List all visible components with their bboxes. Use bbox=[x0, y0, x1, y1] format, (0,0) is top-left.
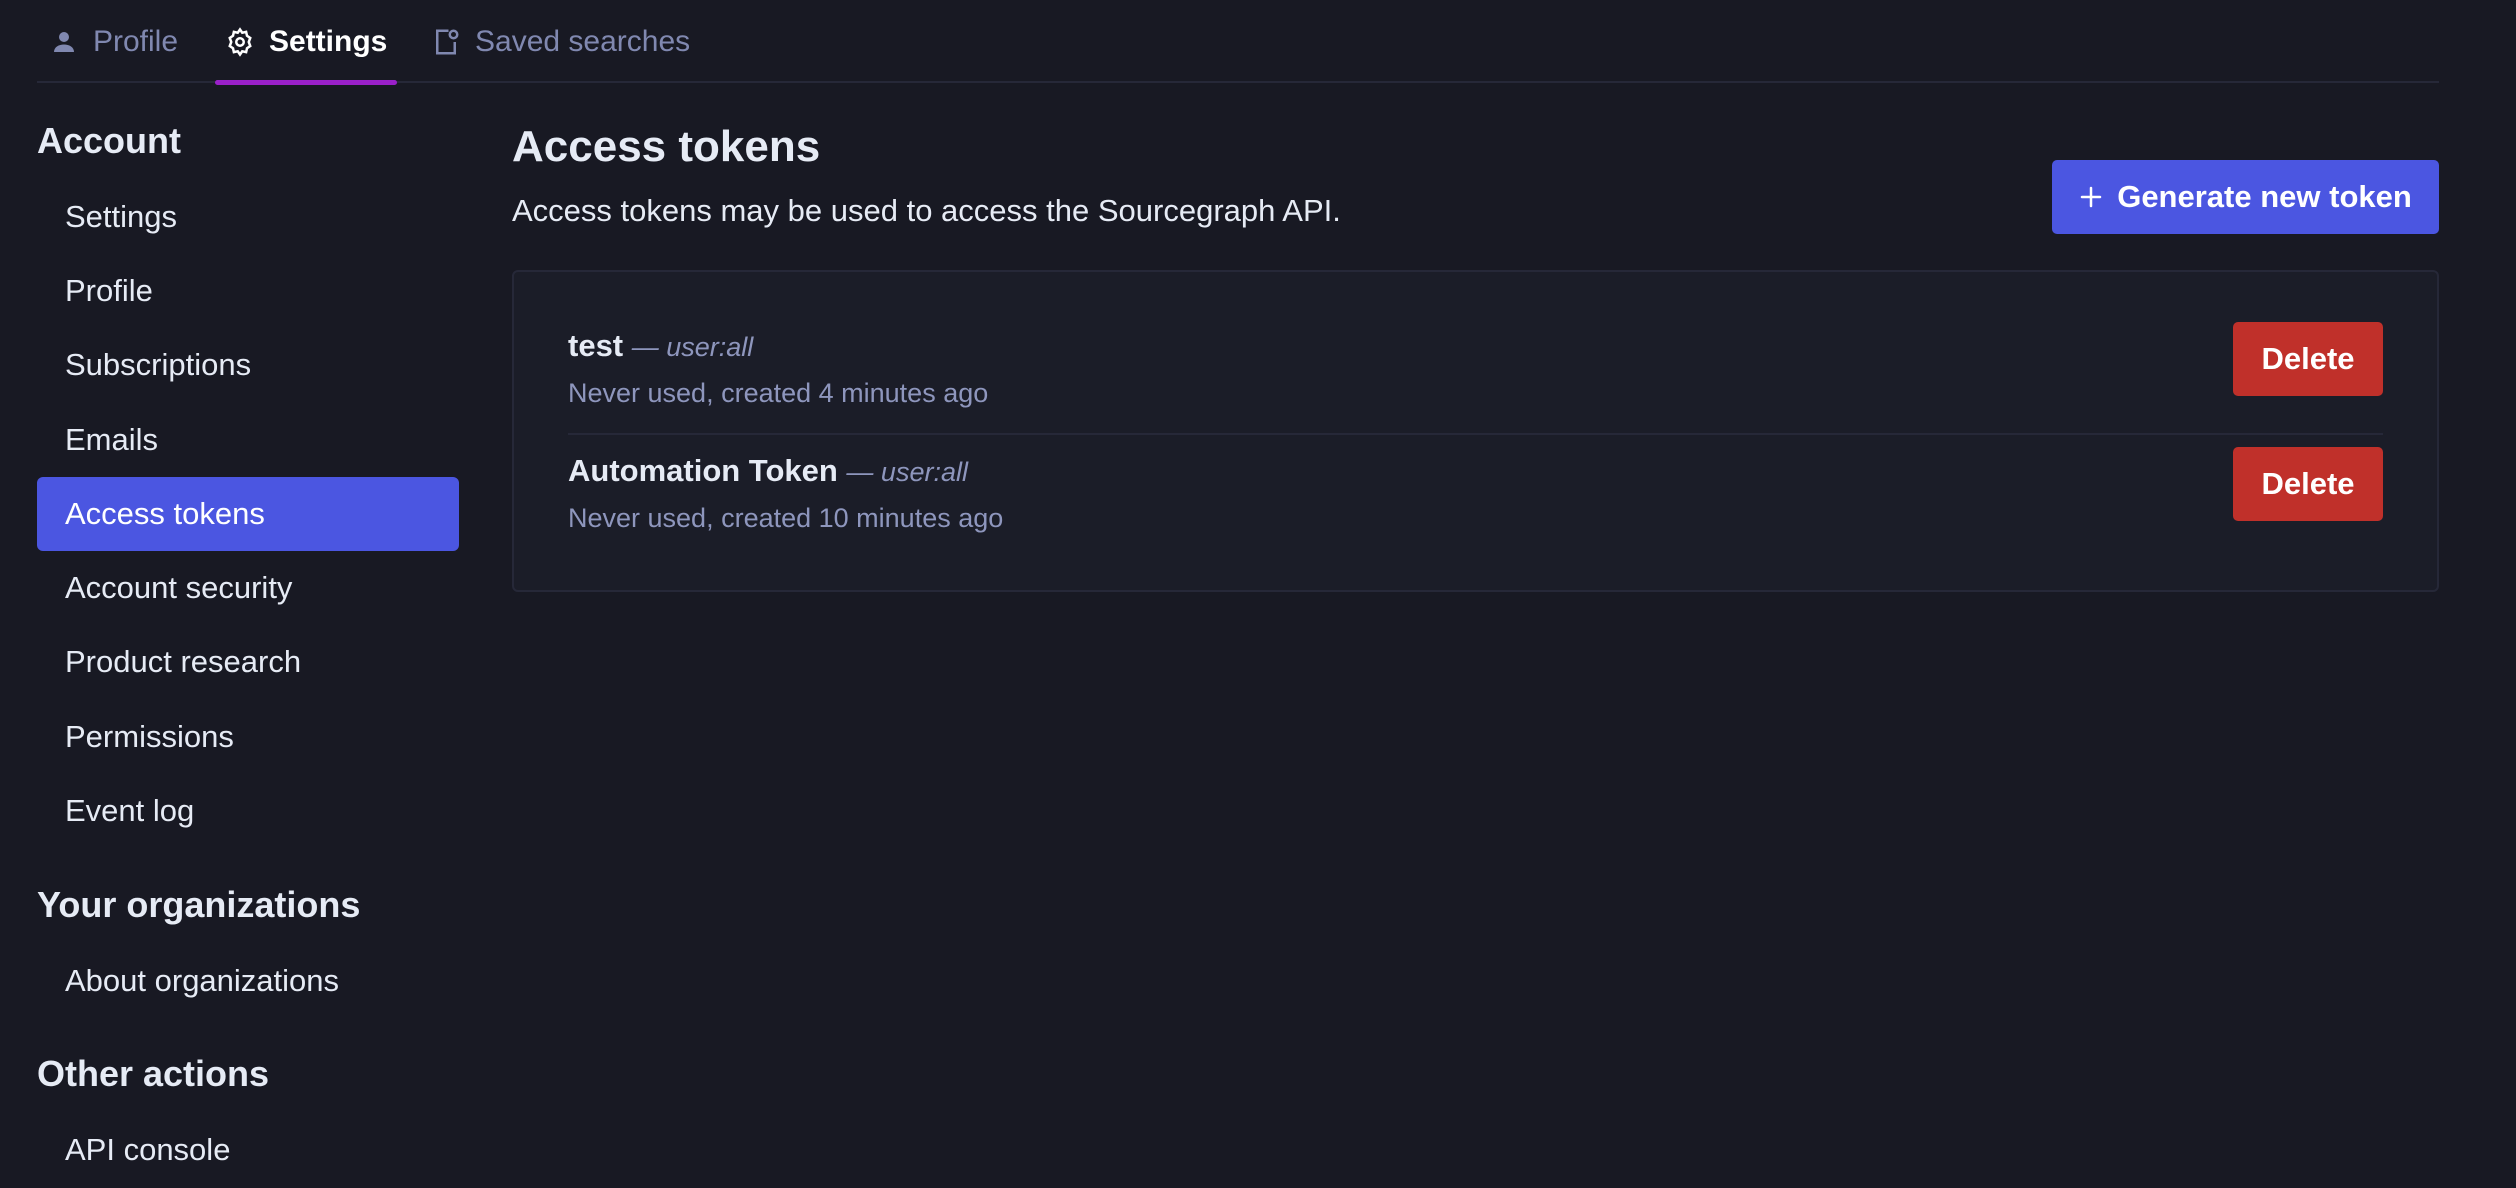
delete-token-button[interactable]: Delete bbox=[2233, 322, 2383, 396]
sidebar-item-event-log[interactable]: Event log bbox=[37, 774, 459, 848]
token-row: test — user:all Never used, created 4 mi… bbox=[568, 310, 2383, 435]
tab-settings[interactable]: Settings bbox=[214, 0, 398, 85]
token-scope: — user:all bbox=[631, 332, 754, 362]
user-icon bbox=[49, 27, 79, 57]
sidebar-section-other-actions: Other actions bbox=[37, 1053, 270, 1094]
sidebar-item-account-security[interactable]: Account security bbox=[37, 551, 459, 625]
sidebar-item-emails[interactable]: Emails bbox=[37, 403, 459, 477]
tab-saved-searches[interactable]: Saved searches bbox=[431, 0, 690, 83]
tab-settings-label: Settings bbox=[269, 24, 388, 58]
sidebar-item-subscriptions[interactable]: Subscriptions bbox=[37, 328, 459, 402]
sidebar-item-api-console[interactable]: API console bbox=[37, 1113, 459, 1187]
page-title: Access tokens bbox=[512, 122, 821, 171]
sidebar-item-permissions[interactable]: Permissions bbox=[37, 700, 459, 774]
generate-new-token-label: Generate new token bbox=[2117, 179, 2412, 214]
gear-icon bbox=[225, 26, 255, 57]
page-description: Access tokens may be used to access the … bbox=[512, 193, 1341, 228]
generate-new-token-button[interactable]: Generate new token bbox=[2052, 160, 2439, 234]
sidebar-item-profile[interactable]: Profile bbox=[37, 254, 459, 328]
token-scope: — user:all bbox=[846, 457, 968, 487]
sidebar-item-settings[interactable]: Settings bbox=[37, 180, 459, 254]
token-name: test bbox=[568, 328, 624, 363]
token-meta: Never used, created 4 minutes ago bbox=[568, 378, 989, 408]
sidebar-item-product-research[interactable]: Product research bbox=[37, 625, 459, 699]
delete-token-button[interactable]: Delete bbox=[2233, 447, 2383, 521]
top-tabs: Profile Settings Saved searches bbox=[37, 0, 2439, 85]
token-name: Automation Token bbox=[568, 453, 838, 488]
settings-page: Profile Settings Saved searches Account … bbox=[0, 0, 2516, 1188]
token-title-line: test — user:all bbox=[568, 328, 753, 364]
saved-search-icon bbox=[431, 27, 461, 57]
sidebar-section-organizations: Your organizations bbox=[37, 884, 361, 925]
sidebar-item-access-tokens[interactable]: Access tokens bbox=[37, 477, 459, 551]
plus-icon bbox=[2079, 185, 2103, 209]
token-list: test — user:all Never used, created 4 mi… bbox=[512, 270, 2439, 592]
sidebar-section-account: Account bbox=[37, 120, 181, 161]
token-row: Automation Token — user:all Never used, … bbox=[568, 435, 2383, 560]
tab-profile-label: Profile bbox=[93, 24, 179, 58]
sidebar-item-about-organizations[interactable]: About organizations bbox=[37, 944, 459, 1018]
tab-saved-searches-label: Saved searches bbox=[475, 24, 691, 58]
token-title-line: Automation Token — user:all bbox=[568, 453, 968, 489]
tab-profile[interactable]: Profile bbox=[49, 0, 178, 83]
token-meta: Never used, created 10 minutes ago bbox=[568, 503, 1004, 533]
